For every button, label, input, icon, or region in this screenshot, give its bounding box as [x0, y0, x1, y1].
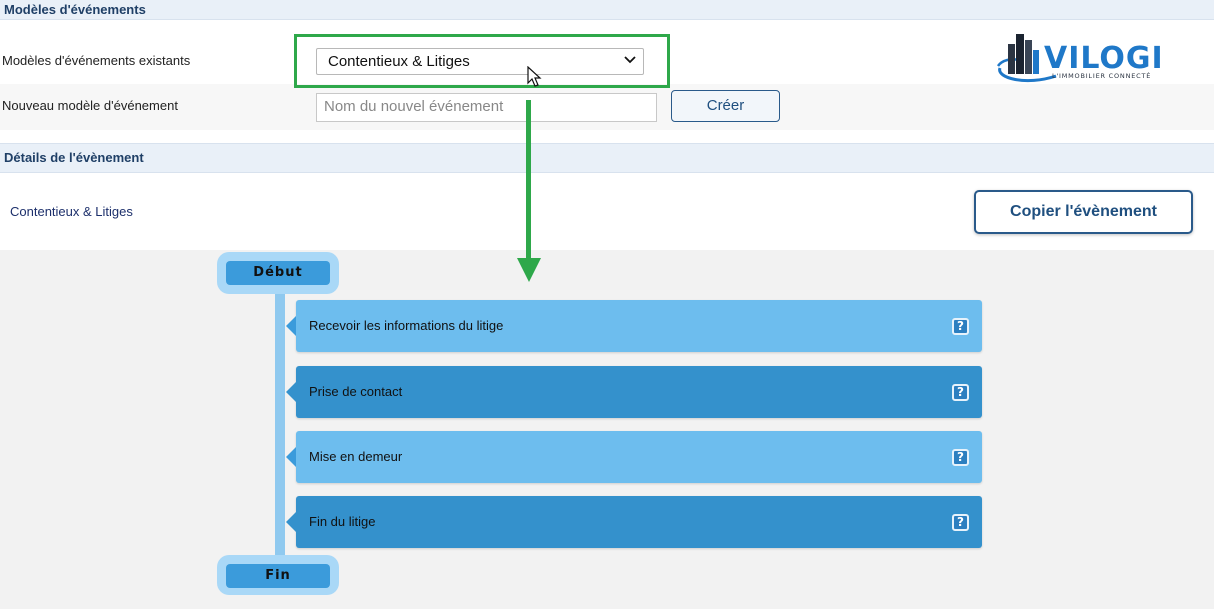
- flow-step-label: Mise en demeur: [309, 449, 403, 464]
- new-model-placeholder: Nom du nouvel événement: [324, 98, 504, 115]
- new-model-label: Nouveau modèle d'événement: [2, 98, 178, 113]
- step-connector-arrow: [286, 316, 296, 336]
- flow-step-2[interactable]: Prise de contact ?: [286, 366, 982, 418]
- flow-end-label: Fin: [226, 564, 330, 588]
- step-connector-arrow: [286, 447, 296, 467]
- help-icon[interactable]: ?: [952, 384, 969, 401]
- event-name: Contentieux & Litiges: [10, 204, 133, 219]
- help-icon[interactable]: ?: [952, 318, 969, 335]
- existing-models-label: Modèles d'événements existants: [2, 53, 191, 68]
- logo-brand-text: VILOGI: [1044, 41, 1164, 76]
- chevron-down-icon: [624, 56, 636, 64]
- vilogi-logo: VILOGI L'IMMOBILIER CONNECTÉ: [996, 34, 1164, 83]
- mouse-cursor-icon: [527, 66, 542, 87]
- timeline-line: [275, 290, 285, 560]
- flow-step-4[interactable]: Fin du litige ?: [286, 496, 982, 548]
- section-title-details: Détails de l'évènement: [4, 150, 144, 165]
- selected-model-value: Contentieux & Litiges: [328, 53, 470, 70]
- create-button[interactable]: Créer: [671, 90, 780, 122]
- flow-step-label: Recevoir les informations du litige: [309, 318, 504, 333]
- flow-end-node: Fin: [217, 555, 339, 595]
- logo-tagline-text: L'IMMOBILIER CONNECTÉ: [1052, 71, 1151, 80]
- existing-models-select[interactable]: Contentieux & Litiges: [316, 48, 644, 75]
- flow-step-1[interactable]: Recevoir les informations du litige ?: [286, 300, 982, 352]
- copy-event-button[interactable]: Copier l'évènement: [974, 190, 1193, 234]
- flow-step-3[interactable]: Mise en demeur ?: [286, 431, 982, 483]
- section-header-models: Modèles d'événements: [0, 0, 1214, 20]
- flow-step-label: Prise de contact: [309, 384, 403, 399]
- help-icon[interactable]: ?: [952, 449, 969, 466]
- step-connector-arrow: [286, 382, 296, 402]
- flow-step-label: Fin du litige: [309, 514, 376, 529]
- step-connector-arrow: [286, 512, 296, 532]
- flow-start-label: Début: [226, 261, 330, 285]
- annotation-arrow-icon: [517, 100, 541, 282]
- section-title-models: Modèles d'événements: [4, 2, 146, 17]
- section-header-details: Détails de l'évènement: [0, 143, 1214, 173]
- help-icon[interactable]: ?: [952, 514, 969, 531]
- new-model-name-input[interactable]: Nom du nouvel événement: [316, 93, 657, 122]
- flow-start-node: Début: [217, 252, 339, 294]
